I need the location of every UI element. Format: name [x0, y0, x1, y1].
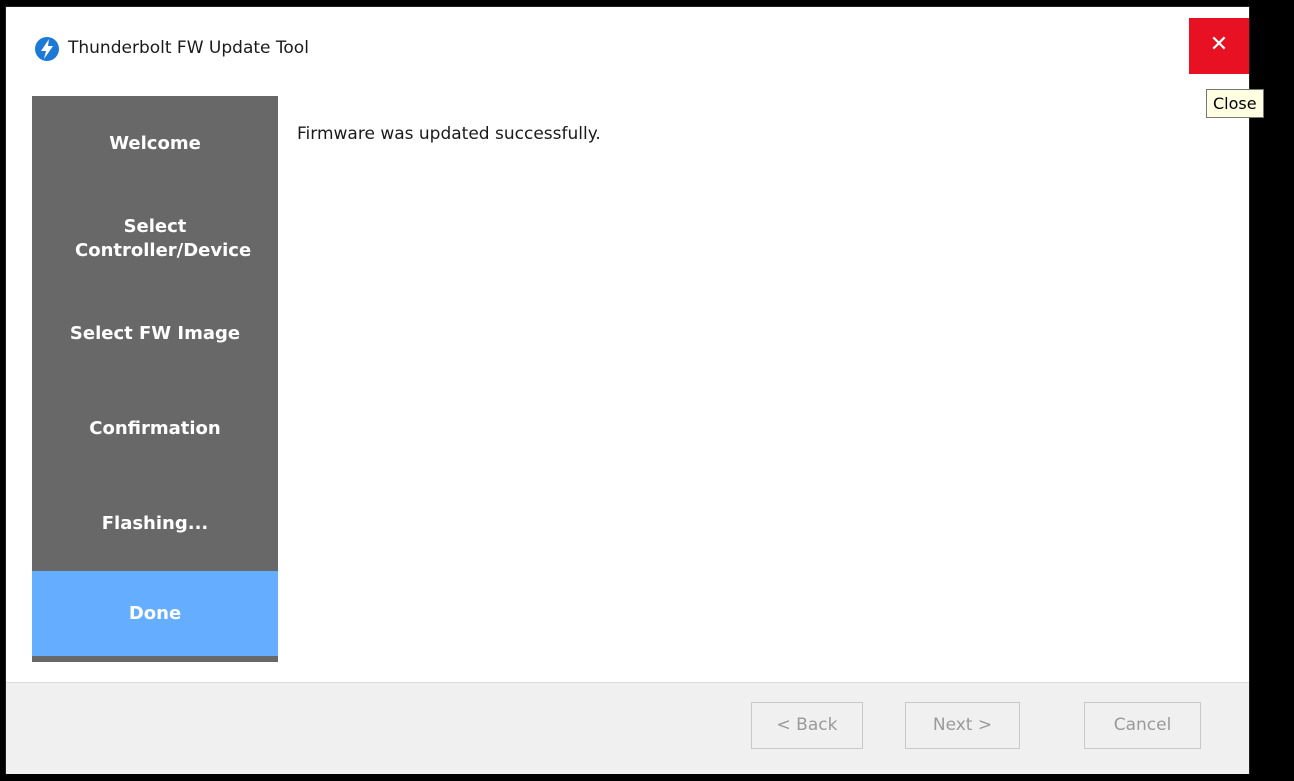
step-flashing: Flashing...: [32, 476, 278, 571]
wizard-steps: Welcome Select Controller/Device Select …: [32, 96, 278, 662]
step-label: Done: [128, 602, 182, 624]
step-welcome: Welcome: [32, 96, 278, 191]
step-label: Select FW Image: [69, 322, 241, 344]
app-window: Thunderbolt FW Update Tool ✕ Welcome Sel…: [5, 6, 1250, 774]
close-button[interactable]: ✕: [1189, 18, 1249, 74]
next-button[interactable]: Next >: [905, 702, 1020, 749]
step-select-fw-image: Select FW Image: [32, 286, 278, 381]
step-label: Select Controller/Device: [75, 215, 252, 261]
back-button[interactable]: < Back: [751, 702, 863, 749]
status-message: Firmware was updated successfully.: [297, 124, 601, 144]
step-label: Confirmation: [89, 417, 221, 439]
step-label: Welcome: [109, 132, 201, 154]
step-confirmation: Confirmation: [32, 381, 278, 476]
window-title: Thunderbolt FW Update Tool: [68, 38, 309, 58]
step-label: Flashing...: [101, 512, 209, 534]
thunderbolt-icon: [35, 37, 59, 61]
button-bar: < Back Next > Cancel: [6, 682, 1249, 774]
step-done: Done: [32, 571, 278, 656]
step-select-controller: Select Controller/Device: [32, 191, 278, 286]
cancel-button[interactable]: Cancel: [1084, 702, 1201, 749]
close-tooltip: Close: [1206, 89, 1264, 118]
title-bar[interactable]: Thunderbolt FW Update Tool ✕: [6, 7, 1249, 87]
close-icon: ✕: [1209, 32, 1229, 57]
